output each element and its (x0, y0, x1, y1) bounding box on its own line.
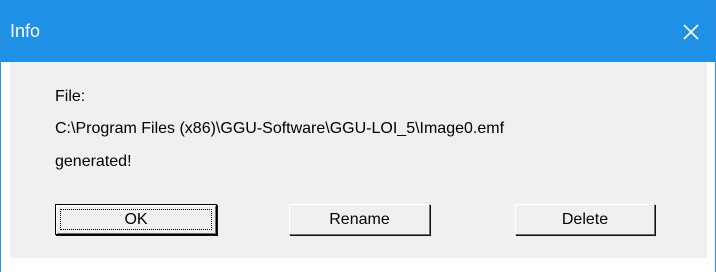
rename-button[interactable]: Rename (289, 204, 430, 235)
dialog-body: File: C:\Program Files (x86)\GGU-Softwar… (10, 62, 707, 258)
status-message: generated! (55, 153, 132, 170)
close-button[interactable] (671, 14, 711, 50)
close-icon (683, 24, 699, 40)
title-bar[interactable]: Info (1, 0, 715, 62)
delete-button-label: Delete (561, 211, 609, 228)
window-bottom-border (1, 258, 715, 272)
ok-button-label: OK (124, 211, 148, 228)
delete-button[interactable]: Delete (515, 204, 655, 235)
file-path: C:\Program Files (x86)\GGU-Software\GGU-… (55, 120, 505, 137)
rename-button-label: Rename (329, 211, 390, 228)
ok-button[interactable]: OK (55, 204, 217, 235)
info-dialog: Info File: C:\Program Files (x86)\GGU-So… (0, 0, 716, 272)
dialog-title: Info (10, 21, 41, 41)
file-label: File: (55, 88, 86, 105)
